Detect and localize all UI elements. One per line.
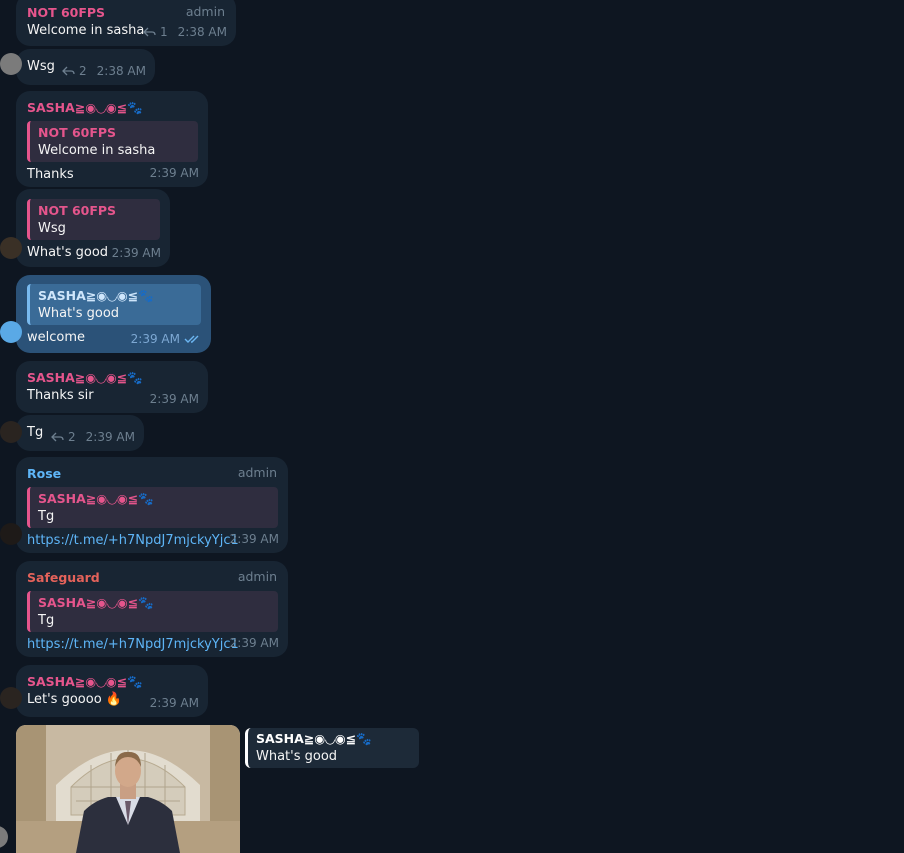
avatar[interactable] — [0, 53, 22, 75]
sender-name[interactable]: SASHA≧◉◡◉≦🐾 — [27, 673, 198, 691]
quote-sender: SASHA≧◉◡◉≦🐾 — [256, 731, 372, 746]
reply-count[interactable]: 1 — [160, 25, 168, 39]
admin-badge: admin — [185, 4, 225, 19]
message-bubble[interactable]: SASHA≧◉◡◉≦🐾 Thanks sir 2:39 AM — [16, 361, 208, 413]
quote-sender: SASHA≧◉◡◉≦🐾 — [38, 288, 154, 303]
sender-name[interactable]: SASHA≧◉◡◉≦🐾 — [27, 369, 198, 387]
message-time: 2:39 AM — [149, 392, 199, 406]
message-bubble[interactable]: Tg 2 2:39 AM — [0, 415, 144, 451]
message-time: 2:39 AM — [149, 696, 199, 710]
message-meta: 2 2:38 AM — [62, 64, 146, 78]
quote-text: What's good — [38, 306, 120, 321]
message-time: 2:39 AM — [130, 332, 180, 346]
gif-media[interactable] — [16, 725, 240, 853]
message-bubble-outgoing[interactable]: SASHA≧◉◡◉≦🐾 What's good welcome 2:39 AM — [0, 275, 211, 353]
reply-count[interactable]: 2 — [68, 430, 76, 444]
admin-badge: admin — [237, 465, 277, 480]
avatar[interactable] — [0, 321, 22, 343]
message-bubble[interactable]: Wsg 2 2:38 AM — [0, 49, 155, 85]
message-time: 2:39 AM — [149, 166, 199, 180]
avatar[interactable] — [0, 826, 8, 848]
quote-sender: SASHA≧◉◡◉≦🐾 — [38, 491, 154, 506]
reply-quote[interactable]: NOT 60FPS Welcome in sasha — [27, 121, 198, 162]
gif-reply-quote[interactable]: SASHA≧◉◡◉≦🐾 What's good — [245, 728, 419, 768]
message-time: 2:38 AM — [96, 64, 146, 78]
sender-name[interactable]: SASHA≧◉◡◉≦🐾 — [27, 99, 198, 117]
double-check-icon — [184, 335, 199, 343]
message-meta: 1 2:38 AM — [143, 25, 227, 39]
avatar[interactable] — [0, 421, 22, 443]
message-time: 2:39 AM — [229, 532, 279, 546]
quote-sender: NOT 60FPS — [38, 203, 117, 218]
reply-quote[interactable]: SASHA≧◉◡◉≦🐾 Tg — [27, 591, 278, 632]
message-time: 2:39 AM — [111, 246, 161, 260]
quote-sender: NOT 60FPS — [38, 125, 117, 140]
quote-sender: SASHA≧◉◡◉≦🐾 — [38, 595, 154, 610]
gif-image — [16, 725, 240, 853]
reply-icon[interactable] — [143, 27, 156, 37]
reply-quote[interactable]: SASHA≧◉◡◉≦🐾 What's good — [27, 284, 201, 325]
reply-quote[interactable]: NOT 60FPS Wsg — [27, 199, 160, 240]
message-meta: 2 2:39 AM — [51, 430, 135, 444]
reply-quote[interactable]: SASHA≧◉◡◉≦🐾 Tg — [27, 487, 278, 528]
message-meta: 2:39 AM — [131, 332, 202, 346]
avatar[interactable] — [0, 237, 22, 259]
quote-text: Welcome in sasha — [38, 143, 156, 158]
message-time: 2:39 AM — [85, 430, 135, 444]
reply-icon[interactable] — [51, 432, 64, 442]
message-time: 2:39 AM — [229, 636, 279, 650]
reply-count[interactable]: 2 — [79, 64, 87, 78]
avatar[interactable] — [0, 523, 22, 545]
message-bubble[interactable]: NOT 60FPS Wsg What's good 2:39 AM — [0, 189, 170, 267]
message-bubble[interactable]: NOT 60FPS admin Welcome in sasha 1 2:38 … — [16, 0, 236, 46]
quote-text: Tg — [38, 509, 55, 524]
reply-icon[interactable] — [62, 66, 75, 76]
message-time: 2:38 AM — [177, 25, 227, 39]
avatar[interactable] — [0, 687, 22, 709]
message-bubble[interactable]: Rose admin SASHA≧◉◡◉≦🐾 Tg https://t.me/+… — [0, 457, 288, 553]
admin-badge: admin — [237, 569, 277, 584]
quote-text: What's good — [256, 749, 338, 764]
message-bubble[interactable]: SASHA≧◉◡◉≦🐾 NOT 60FPS Welcome in sasha T… — [16, 91, 208, 187]
message-bubble[interactable]: Safeguard admin SASHA≧◉◡◉≦🐾 Tg https://t… — [16, 561, 288, 657]
quote-text: Tg — [38, 613, 55, 628]
message-bubble[interactable]: SASHA≧◉◡◉≦🐾 Let's goooo 🔥 2:39 AM — [0, 665, 208, 717]
quote-text: Wsg — [38, 221, 66, 236]
